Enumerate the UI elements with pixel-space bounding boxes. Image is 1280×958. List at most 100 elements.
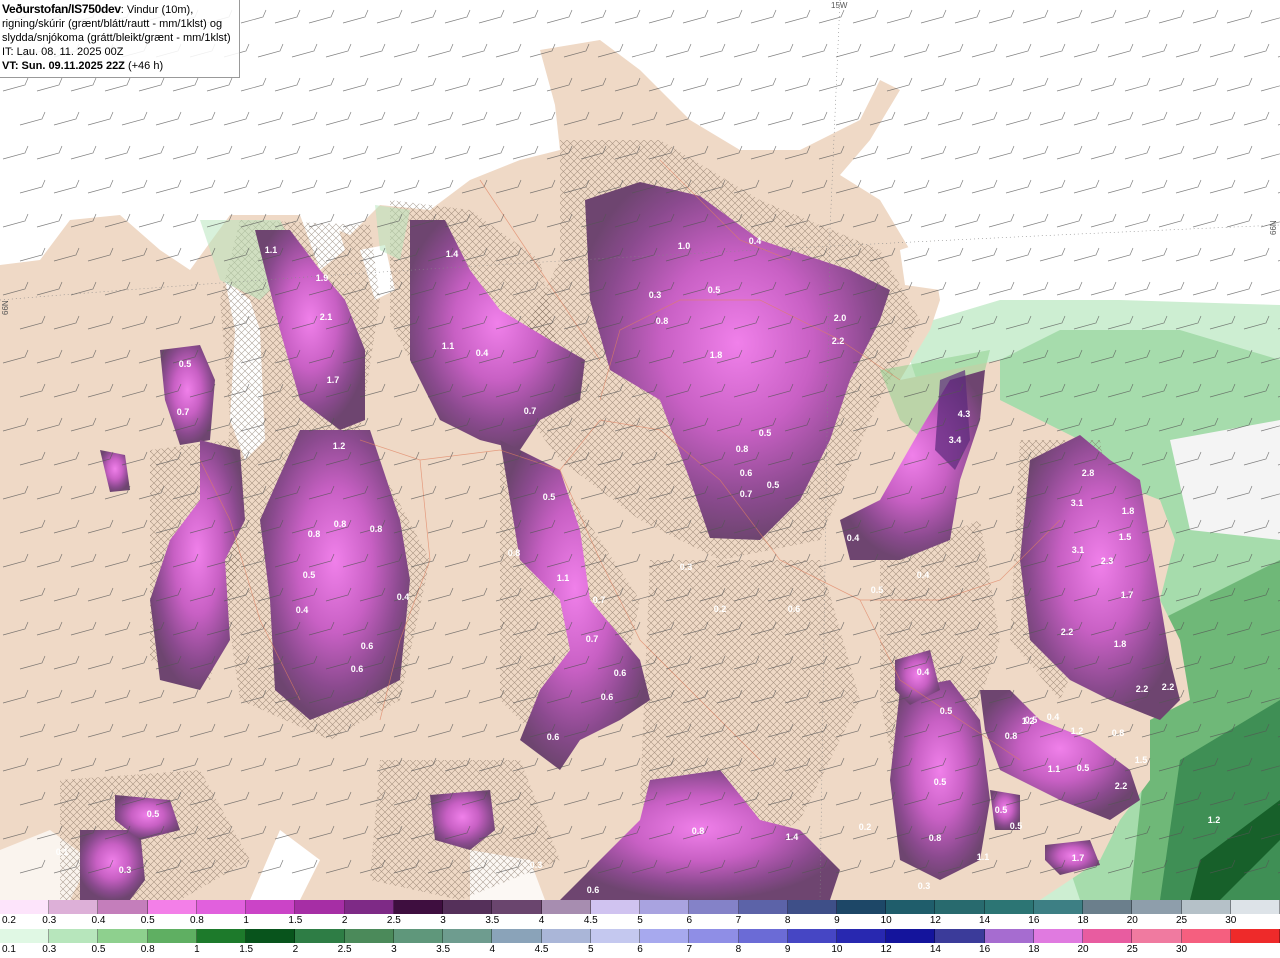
precip-value-label: 4.3 — [958, 409, 971, 419]
precip-value-label: 0.6 — [547, 732, 560, 742]
desc-snow: slydda/snjókoma (grátt/bleikt/grænt - mm… — [2, 32, 231, 44]
legend-snow-tick-label: 4.5 — [583, 915, 598, 926]
legend-rain-swatch — [196, 929, 247, 943]
legend-rain-tick-label: 3.5 — [436, 944, 451, 955]
legend-snow-swatch — [836, 900, 887, 914]
legend-snow-tick-label: 4 — [538, 915, 545, 926]
legend-rain-swatch — [1083, 929, 1133, 943]
precip-value-label: 0.7 — [740, 489, 753, 499]
legend-snow-swatch — [886, 900, 936, 914]
precip-value-label: 1.4 — [446, 249, 459, 259]
precip-value-label: 0.7 — [586, 634, 599, 644]
precip-value-label: 1.8 — [1114, 639, 1127, 649]
legend-snow-swatch — [147, 900, 197, 914]
precip-value-label: 2.0 — [834, 313, 847, 323]
precip-value-label: 0.8 — [929, 833, 942, 843]
precip-value-label: 0.5 — [934, 777, 947, 787]
legend-snow-tick-label: 12 — [929, 915, 941, 926]
precip-value-label: 0.5 — [767, 480, 780, 490]
precip-value-label: 0.6 — [351, 664, 364, 674]
legend-snow-tick-label: 9 — [834, 915, 840, 926]
legend-rain-swatch — [590, 929, 641, 943]
legend-rain-swatch — [935, 929, 985, 943]
legend-snow-swatch — [196, 900, 247, 914]
legend-rain-tick-label: 12 — [880, 944, 892, 955]
info-box: Veðurstofan/IS750dev: Vindur (10m), rign… — [0, 0, 240, 78]
precip-value-label: 0.4 — [1047, 712, 1060, 722]
legend-rain-swatch — [640, 929, 690, 943]
legend-snow: 0.2 0.3 0.4 0.5 0.8 1 1.5 2 2.5 3 3.5 4 4.5 5 6 7 8 9 10 12… — [0, 900, 1280, 929]
precip-value-label: 1.1 — [557, 573, 570, 583]
legend-rain-swatch — [0, 929, 50, 943]
precip-value-label: 0.5 — [1077, 763, 1090, 773]
legend-rain-tick-label: 30 — [1175, 944, 1188, 955]
title-desc: : Vindur (10m), — [120, 4, 194, 16]
legend-rain-tick-label: 5 — [587, 944, 594, 955]
precip-value-label: 0.8 — [1112, 728, 1125, 738]
precip-value-label: 0.5 — [708, 285, 721, 295]
precip-value-label: 2.1 — [320, 312, 333, 322]
precip-value-label: 0.8 — [692, 826, 705, 836]
legend-rain-swatch — [393, 929, 444, 943]
model-title: Veðurstofan/IS750dev — [2, 2, 121, 16]
precip-value-label: 0.6 — [587, 885, 600, 895]
legend-rain-tick-label: 14 — [929, 944, 941, 955]
legend-snow-swatch — [1230, 900, 1280, 914]
precip-value-label: 0.8 — [308, 529, 321, 539]
legend-snow-swatch — [787, 900, 837, 914]
precip-value-label: 0.8 — [508, 548, 521, 558]
weather-map[interactable]: 15W 66N 66N 1.0 0.4 2.0 2.2 0.5 0.3 0.8 1.8 0.5 0… — [0, 0, 1280, 901]
legend-rain-tick-label: 4.5 — [534, 944, 549, 955]
precip-value-label: 0.5 — [759, 428, 772, 438]
precip-value-label: 1.8 — [1122, 506, 1135, 516]
legend-snow-swatch — [1181, 900, 1231, 914]
precip-value-label: 1.2 — [1022, 716, 1035, 726]
precip-value-label: 0.3 — [680, 562, 693, 572]
precip-value-label: 0.3 — [649, 290, 662, 300]
legend-snow-tick-label: 14 — [979, 915, 991, 926]
legend-rain-ticks: 0.1 0.3 0.5 0.8 1 1.5 2 2.5 3 3.5 4 4.5 5 6 7 8 9 10 12 14 1… — [0, 944, 1280, 957]
legend-snow-tick-label: 0.8 — [189, 915, 204, 926]
precip-value-label: 1.1 — [1048, 764, 1061, 774]
precip-value-label: 0.8 — [656, 316, 669, 326]
legend-snow-swatch — [344, 900, 394, 914]
precip-value-label: 0.5 — [871, 585, 884, 595]
precip-value-label: 0.4 — [397, 592, 410, 602]
legend-rain-tick-label: 1 — [194, 944, 200, 955]
legend-rain-swatch — [1181, 929, 1231, 943]
precip-value-label: 0.6 — [601, 692, 614, 702]
precip-value-label: 0.5 — [303, 570, 316, 580]
legend-rain-bar — [0, 929, 1280, 943]
lat-label-left: 66N — [1, 300, 10, 315]
legend-rain-swatch — [787, 929, 837, 943]
legend-rain-tick-label: 25 — [1126, 944, 1138, 955]
precip-value-label: 1.5 — [1135, 755, 1148, 765]
lead-time: (+46 h) — [124, 60, 164, 72]
legend-rain-swatch — [492, 929, 542, 943]
legend-rain-swatch — [344, 929, 394, 943]
legend-rain-tick-label: 10 — [831, 944, 843, 955]
precip-value-label: 0.7 — [524, 406, 537, 416]
precip-value-label: 0.6 — [614, 668, 627, 678]
legend-rain-tick-label: 7 — [686, 944, 692, 955]
precip-value-label: 1.0 — [678, 241, 691, 251]
precip-value-label: 0.4 — [296, 605, 309, 615]
legend-snow-swatch — [295, 900, 345, 914]
precip-value-label: 2.2 — [1061, 627, 1074, 637]
legend-rain-tick-label: 2 — [292, 944, 299, 955]
legend-rain-swatch — [98, 929, 148, 943]
legend-snow-swatch — [1033, 900, 1084, 914]
precip-value-label: 0.3 — [530, 860, 543, 870]
legend-snow-swatch — [0, 900, 50, 914]
precip-value-label: 0.5 — [1010, 821, 1023, 831]
legend-rain-swatch — [738, 929, 788, 943]
precip-value-label: 0.5 — [995, 805, 1008, 815]
legend-snow-swatch — [49, 900, 99, 914]
legend-rain-swatch — [1230, 929, 1280, 943]
precip-value-label: 1.2 — [1071, 726, 1084, 736]
precip-value-label: 0.5 — [543, 492, 556, 502]
legend-rain-swatch — [246, 929, 296, 943]
legend-snow-bar — [0, 900, 1280, 914]
precip-value-label: 0.2 — [859, 822, 872, 832]
legend-rain-swatch — [836, 929, 887, 943]
